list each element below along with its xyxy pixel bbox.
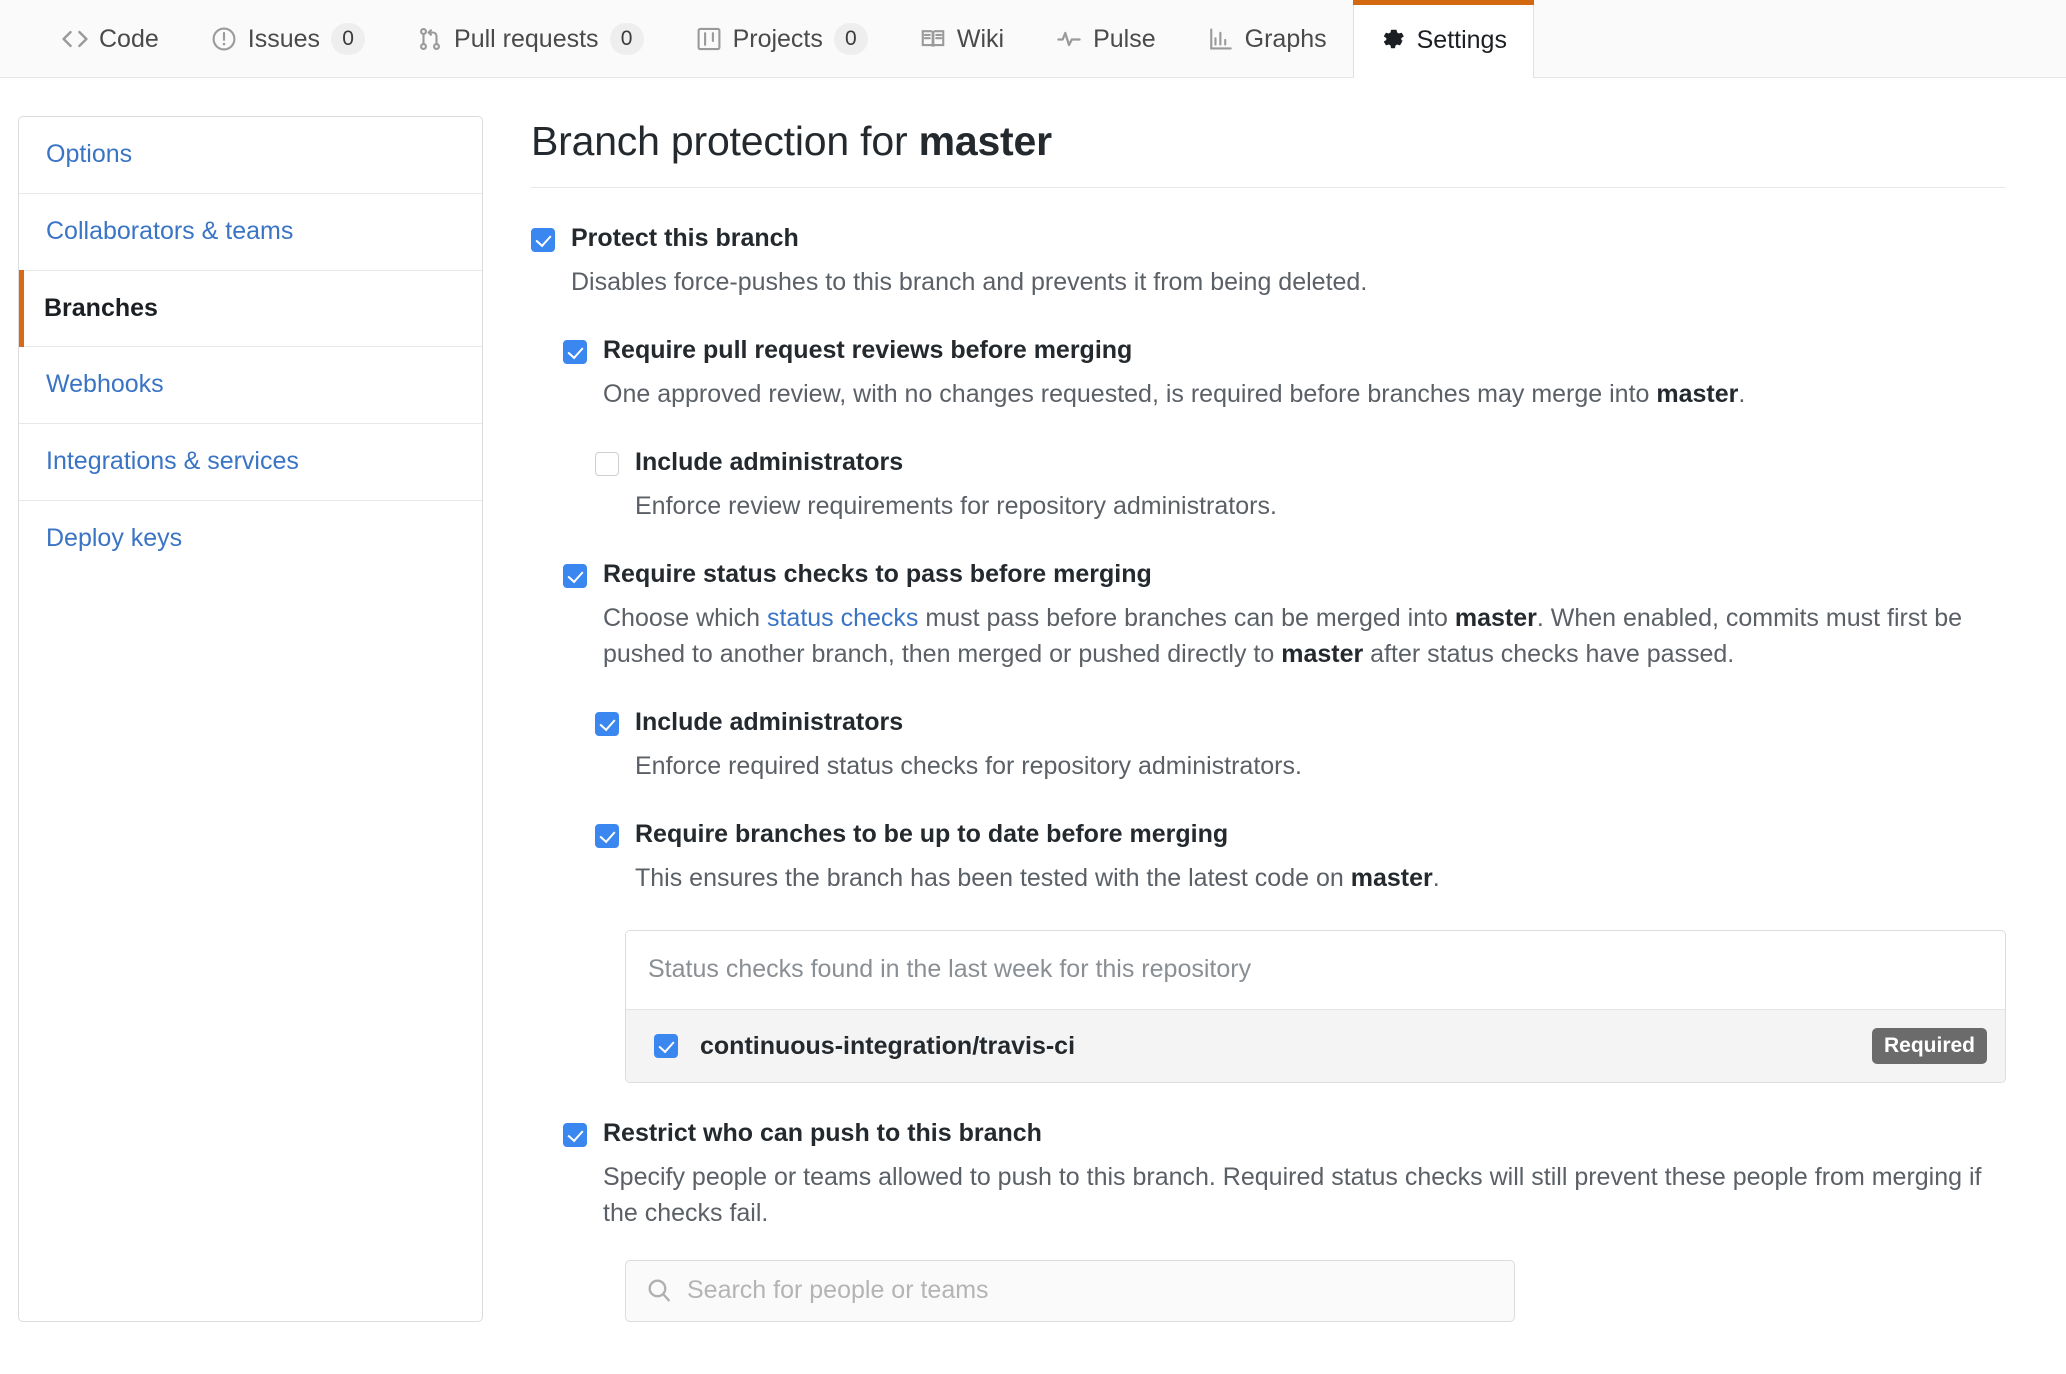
require-reviews-checkbox[interactable] (563, 340, 587, 364)
up-to-date-desc-branch: master (1350, 864, 1433, 892)
tab-projects[interactable]: Projects 0 (670, 0, 894, 77)
require-reviews-section: Require pull request reviews before merg… (563, 334, 2006, 524)
protect-branch-checkbox[interactable] (531, 228, 555, 252)
tab-pull-requests-label: Pull requests (454, 25, 599, 53)
require-reviews-description: One approved review, with no changes req… (603, 376, 2006, 412)
protect-branch-label: Protect this branch (571, 224, 799, 252)
tab-projects-label: Projects (732, 25, 823, 53)
up-to-date-section: Require branches to be up to date before… (595, 818, 2006, 896)
settings-sidebar: Options Collaborators & teams Branches W… (18, 116, 483, 1322)
tab-graphs-label: Graphs (1244, 25, 1327, 53)
search-icon (646, 1277, 673, 1304)
up-to-date-desc-part2: . (1432, 864, 1440, 892)
require-status-checks-label: Require status checks to pass before mer… (603, 560, 1152, 588)
require-status-checks-description: Choose which status checks must pass bef… (603, 600, 2006, 673)
status-include-admins-description: Enforce required status checks for repos… (635, 752, 1302, 780)
require-reviews-desc-branch: master (1656, 379, 1739, 408)
issues-count: 0 (331, 22, 366, 55)
status-checks-list-header: Status checks found in the last week for… (626, 931, 2005, 1011)
sidebar-item-deploy-keys[interactable]: Deploy keys (19, 501, 482, 577)
restrict-push-section: Restrict who can push to this branch Spe… (563, 1117, 2006, 1322)
status-check-row[interactable]: continuous-integration/travis-ci Require… (626, 1010, 2005, 1083)
status-checks-desc-part1: Choose which (603, 603, 767, 632)
status-check-checkbox[interactable] (654, 1034, 678, 1059)
pulse-icon (1056, 26, 1082, 52)
main-content: Branch protection for master Protect thi… (531, 116, 2006, 1322)
status-badge: Required (1871, 1028, 1987, 1065)
status-check-name: continuous-integration/travis-ci (700, 1031, 1076, 1060)
tab-issues-label: Issues (247, 25, 321, 53)
restrict-push-label: Restrict who can push to this branch (603, 1119, 1042, 1148)
restrict-push-row[interactable]: Restrict who can push to this branch (563, 1117, 2006, 1151)
graph-icon (1208, 26, 1234, 52)
git-pull-request-icon (417, 26, 443, 52)
up-to-date-description: This ensures the branch has been tested … (635, 860, 2006, 896)
status-include-admins-section: Include administrators Enforce required … (595, 706, 2006, 784)
page-title-branch: master (918, 118, 1052, 164)
tab-settings-label: Settings (1416, 25, 1507, 54)
people-teams-search[interactable]: Search for people or teams (625, 1259, 1515, 1322)
tab-settings[interactable]: Settings (1352, 0, 1535, 78)
tab-wiki[interactable]: Wiki (894, 0, 1030, 77)
tab-issues[interactable]: Issues 0 (185, 0, 391, 77)
tab-code-label: Code (99, 25, 159, 53)
require-reviews-desc-part2: . (1738, 379, 1746, 408)
reviews-include-admins-description: Enforce review requirements for reposito… (635, 491, 1277, 520)
page-title-prefix: Branch protection for (531, 118, 919, 164)
projects-count: 0 (833, 22, 868, 55)
project-icon (696, 26, 722, 52)
protect-branch-row[interactable]: Protect this branch (531, 222, 2006, 256)
issue-opened-icon (211, 26, 237, 52)
repo-nav: Code Issues 0 Pull requests 0 Projects 0… (0, 0, 2066, 78)
require-status-checks-checkbox[interactable] (563, 564, 587, 588)
protect-branch-description: Disables force-pushes to this branch and… (571, 267, 1368, 296)
up-to-date-checkbox[interactable] (595, 824, 619, 849)
reviews-include-admins-section: Include administrators Enforce review re… (595, 446, 2006, 524)
restrict-push-description: Specify people or teams allowed to push … (603, 1163, 1982, 1228)
sidebar-item-integrations-and-services[interactable]: Integrations & services (19, 424, 482, 501)
status-checks-desc-part4: after status checks have passed. (1363, 640, 1735, 668)
tab-pulse-label: Pulse (1093, 25, 1156, 53)
status-checks-desc-branch1: master (1454, 603, 1537, 632)
page-body: Options Collaborators & teams Branches W… (0, 78, 2066, 1322)
status-include-admins-label: Include administrators (635, 708, 904, 737)
status-checks-desc-branch2: master (1281, 640, 1364, 668)
gear-icon (1380, 26, 1406, 52)
require-status-checks-section: Require status checks to pass before mer… (563, 558, 2006, 1084)
tab-code[interactable]: Code (36, 0, 185, 77)
code-icon (62, 26, 88, 52)
reviews-include-admins-label: Include administrators (635, 448, 904, 476)
restrict-push-checkbox[interactable] (563, 1123, 587, 1148)
sidebar-item-webhooks[interactable]: Webhooks (19, 347, 482, 424)
book-icon (920, 26, 946, 52)
status-include-admins-checkbox[interactable] (595, 712, 619, 737)
people-teams-search-placeholder: Search for people or teams (687, 1276, 989, 1304)
status-checks-desc-part2: must pass before branches can be merged … (918, 603, 1455, 632)
require-reviews-desc-part1: One approved review, with no changes req… (603, 379, 1657, 408)
up-to-date-desc-part1: This ensures the branch has been tested … (635, 864, 1351, 892)
status-include-admins-row[interactable]: Include administrators (595, 706, 2006, 740)
status-checks-link[interactable]: status checks (767, 604, 918, 632)
up-to-date-row[interactable]: Require branches to be up to date before… (595, 818, 2006, 852)
tab-pull-requests[interactable]: Pull requests 0 (391, 0, 670, 77)
tab-graphs[interactable]: Graphs (1182, 0, 1353, 77)
tab-wiki-label: Wiki (956, 25, 1005, 53)
pull-requests-count: 0 (609, 22, 644, 55)
sidebar-item-options[interactable]: Options (19, 117, 482, 194)
page-title: Branch protection for master (531, 118, 2006, 188)
reviews-include-admins-checkbox[interactable] (595, 452, 619, 476)
protect-branch-section: Protect this branch Disables force-pushe… (531, 222, 2006, 300)
sidebar-item-branches[interactable]: Branches (19, 269, 482, 348)
tab-pulse[interactable]: Pulse (1030, 0, 1182, 77)
sidebar-item-collaborators-and-teams[interactable]: Collaborators & teams (19, 194, 482, 271)
require-reviews-row[interactable]: Require pull request reviews before merg… (563, 334, 2006, 368)
reviews-include-admins-row[interactable]: Include administrators (595, 446, 2006, 480)
require-status-checks-row[interactable]: Require status checks to pass before mer… (563, 558, 2006, 592)
status-checks-list: Status checks found in the last week for… (625, 930, 2006, 1084)
up-to-date-label: Require branches to be up to date before… (635, 820, 1229, 849)
require-reviews-label: Require pull request reviews before merg… (603, 336, 1133, 364)
